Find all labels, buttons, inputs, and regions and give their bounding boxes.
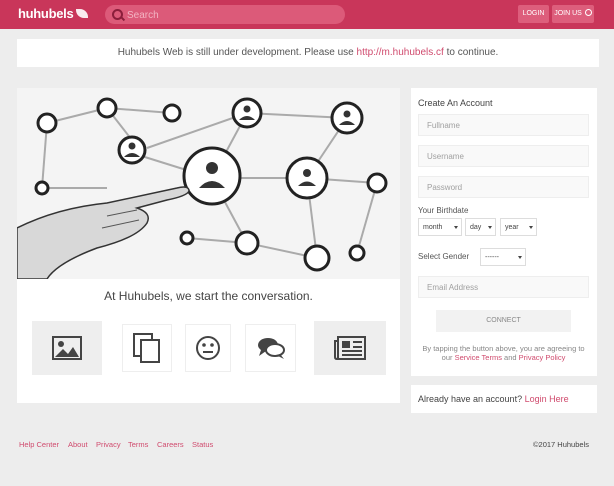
signup-panel: Create An Account Your Birthdate month d… — [411, 88, 597, 376]
birth-day-value: day — [470, 224, 482, 231]
tagline: At Huhubels, we start the conversation. — [104, 289, 313, 303]
news-feature-tile[interactable] — [314, 321, 386, 375]
gender-value: ------ — [485, 254, 499, 261]
dropdown-arrow-icon — [488, 226, 492, 229]
footer-link-careers[interactable]: Careers — [157, 440, 184, 449]
dropdown-arrow-icon — [529, 226, 533, 229]
terms-and-text: and — [501, 353, 519, 362]
dropdown-arrow-icon — [518, 256, 522, 259]
chat-bubbles-icon — [257, 338, 285, 359]
network-graph-image — [17, 97, 388, 279]
birth-month-value: month — [423, 224, 443, 231]
password-field[interactable] — [418, 176, 589, 198]
newspaper-icon — [334, 336, 366, 360]
login-here-link[interactable]: Login Here — [525, 394, 569, 404]
username-field[interactable] — [418, 145, 589, 167]
smiley-feature-tile[interactable] — [185, 324, 231, 372]
copy-feature-tile[interactable] — [122, 324, 172, 372]
connect-button[interactable]: CONNECT — [436, 310, 571, 332]
service-terms-link[interactable]: Service Terms — [455, 353, 502, 362]
email-field[interactable] — [418, 276, 589, 298]
top-navbar: huhubels LOGIN JOIN US — [0, 0, 614, 29]
copy-icon — [133, 333, 160, 363]
network-illustration — [17, 88, 400, 279]
image-feature-tile[interactable] — [32, 321, 102, 375]
image-icon — [52, 336, 82, 360]
footer-link-status[interactable]: Status — [192, 440, 213, 449]
birthdate-label: Your Birthdate — [418, 206, 469, 215]
hero-card: At Huhubels, we start the conversation. — [17, 88, 400, 403]
mobile-site-link[interactable]: http://m.huhubels.cf — [357, 47, 444, 58]
gender-select[interactable]: ------ — [480, 248, 526, 266]
search-icon — [112, 9, 123, 20]
footer-link-privacy[interactable]: Privacy — [96, 440, 121, 449]
signup-title: Create An Account — [418, 98, 493, 108]
join-us-button[interactable]: JOIN US — [552, 5, 594, 23]
search-bar[interactable] — [105, 5, 345, 24]
birth-year-value: year — [505, 224, 519, 231]
login-prompt-text: Already have an account? — [418, 394, 525, 404]
leaf-icon — [76, 9, 89, 18]
gender-label: Select Gender — [418, 252, 470, 261]
smiley-icon — [196, 336, 220, 360]
footer-link-terms[interactable]: Terms — [128, 440, 148, 449]
fullname-field[interactable] — [418, 114, 589, 136]
birth-month-select[interactable]: month — [418, 218, 462, 236]
footer-link-about[interactable]: About — [68, 440, 88, 449]
copyright: ©2017 Huhubels — [533, 440, 589, 449]
chat-feature-tile[interactable] — [245, 324, 296, 372]
privacy-policy-link[interactable]: Privacy Policy — [519, 353, 566, 362]
terms-notice: By tapping the button above, you are agr… — [418, 344, 589, 362]
search-input[interactable] — [125, 7, 339, 24]
dropdown-arrow-icon — [454, 226, 458, 229]
birth-year-select[interactable]: year — [500, 218, 537, 236]
notice-text-end: to continue. — [443, 47, 499, 58]
logo[interactable]: huhubels — [18, 6, 89, 21]
join-us-label: JOIN US — [554, 10, 582, 17]
login-button[interactable]: LOGIN — [518, 5, 549, 23]
birth-day-select[interactable]: day — [465, 218, 496, 236]
development-notice: Huhubels Web is still under development.… — [17, 39, 599, 67]
notice-text: Huhubels Web is still under development.… — [117, 47, 357, 58]
login-prompt: Already have an account? Login Here — [411, 385, 597, 413]
power-icon — [584, 9, 592, 16]
footer-link-help-center[interactable]: Help Center — [19, 440, 59, 449]
logo-text: huhubels — [18, 6, 74, 21]
